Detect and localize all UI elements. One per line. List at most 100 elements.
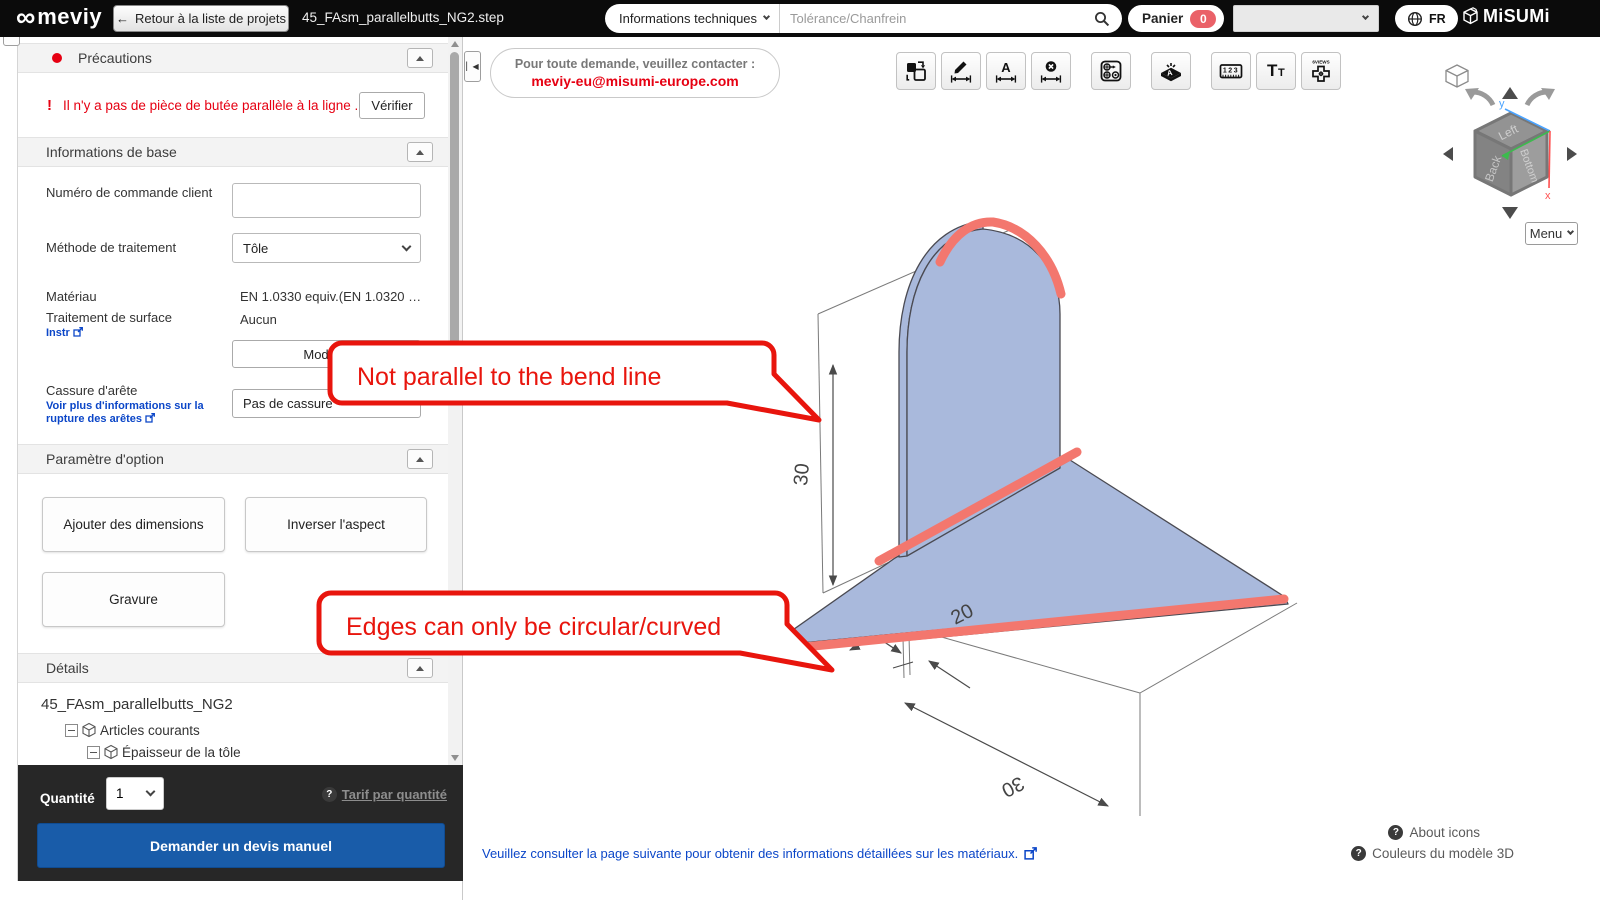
- engrave-icon: A: [1158, 59, 1184, 83]
- open-filename: 45_FAsm_parallelbutts_NG2.step: [302, 10, 504, 25]
- question-circle-icon: ?: [1351, 846, 1366, 861]
- engrave-button[interactable]: A: [1151, 52, 1191, 90]
- collapse-section-button[interactable]: [407, 449, 433, 469]
- verify-button[interactable]: Vérifier: [359, 92, 425, 119]
- collapse-section-button[interactable]: [407, 48, 433, 68]
- svg-text:A: A: [1001, 60, 1011, 75]
- edit-dimension-button[interactable]: [941, 52, 981, 90]
- callout-text: Not parallel to the bend line: [357, 363, 661, 391]
- meviy-logo[interactable]: ∞ meviy: [16, 4, 102, 30]
- external-link-icon: [73, 327, 83, 337]
- cart-count-badge: 0: [1190, 10, 1216, 28]
- tree-collapse-icon[interactable]: [65, 724, 78, 737]
- search-category-select[interactable]: Informations techniques: [605, 4, 780, 33]
- meviy-app: ∞ meviy ← Retour à la liste de projets 4…: [0, 0, 1600, 900]
- part-cube-icon: [81, 722, 97, 738]
- section-header-basic-info: Informations de base: [18, 137, 449, 167]
- alert-dot-icon: [52, 53, 62, 63]
- panel-collapse-handle[interactable]: ▏◀: [464, 51, 481, 82]
- scroll-down-arrow-icon[interactable]: [451, 755, 459, 761]
- chevron-down-icon: [402, 241, 412, 251]
- contact-banner: Pour toute demande, veuillez contacter :…: [490, 48, 780, 98]
- processing-method-select[interactable]: Tôle: [232, 233, 421, 263]
- processing-method-label: Méthode de traitement: [46, 240, 221, 256]
- section-title: Détails: [46, 660, 89, 676]
- hole-pattern-button[interactable]: [1091, 52, 1131, 90]
- language-button[interactable]: FR: [1395, 5, 1458, 32]
- part-3d-view[interactable]: 30 20 30: [762, 197, 1600, 857]
- engraving-button[interactable]: Gravure: [42, 572, 225, 627]
- callout-text: Edges can only be circular/curved: [346, 613, 721, 641]
- material-label: Matériau: [46, 289, 221, 305]
- details-tree: 45_FAsm_parallelbutts_NG2 Articles coura…: [18, 683, 449, 763]
- scroll-up-arrow-icon[interactable]: [451, 41, 459, 47]
- external-link-icon: [145, 413, 155, 423]
- sheet-metal-part[interactable]: [770, 221, 1288, 653]
- six-views-button[interactable]: 6VIEWS: [1301, 52, 1341, 90]
- request-manual-quote-button[interactable]: Demander un devis manuel: [37, 823, 445, 868]
- surface-treatment-label: Traitement de surface: [46, 310, 221, 326]
- tilt-left-arrow-icon[interactable]: [1443, 147, 1453, 161]
- edge-break-info-link[interactable]: Voir plus d'informations sur la rupture …: [46, 400, 206, 426]
- six-views-icon: 6VIEWS: [1308, 58, 1334, 84]
- misumi-logo[interactable]: MiSUMi: [1462, 6, 1550, 27]
- triangle-up-icon: [416, 56, 424, 61]
- rotate-right-arrow-icon[interactable]: [1527, 88, 1555, 105]
- model-colors-link[interactable]: ? Couleurs du modèle 3D: [1351, 846, 1514, 861]
- svg-text:123: 123: [1223, 67, 1239, 74]
- back-arrow-icon: ←: [116, 11, 129, 26]
- order-number-label: Numéro de commande client: [46, 185, 221, 201]
- material-value: EN 1.0330 equiv.(EN 1.0320 …: [240, 289, 421, 304]
- home-view-cube-icon[interactable]: [1446, 65, 1468, 87]
- materials-info-link[interactable]: Veuillez consulter la page suivante pour…: [482, 846, 1037, 861]
- text-size-icon: T T: [1263, 59, 1289, 83]
- globe-icon: [1407, 11, 1423, 27]
- section-title: Paramètre d'option: [46, 451, 164, 467]
- section-title: Précautions: [78, 50, 152, 66]
- tree-item-sheet-thickness[interactable]: Épaisseur de la tôle: [87, 744, 241, 760]
- delete-dimension-button[interactable]: [1031, 52, 1071, 90]
- back-to-projects-button[interactable]: ← Retour à la liste de projets: [113, 5, 289, 32]
- rotate-left-arrow-icon[interactable]: [1465, 88, 1493, 105]
- chevron-down-icon: [1362, 13, 1369, 20]
- section-title: Informations de base: [46, 144, 177, 160]
- tree-collapse-icon[interactable]: [87, 746, 100, 759]
- triangle-up-icon: [416, 150, 424, 155]
- measure-123-button[interactable]: 123: [1211, 52, 1251, 90]
- scrollbar-thumb[interactable]: [450, 52, 459, 352]
- external-link-icon: [1024, 847, 1037, 860]
- add-dimensions-button[interactable]: Ajouter des dimensions: [42, 497, 225, 552]
- tilt-right-arrow-icon[interactable]: [1567, 147, 1577, 161]
- height-dimension-label: 30: [790, 462, 814, 486]
- quantity-label: Quantité: [40, 783, 95, 815]
- quote-footer: Quantité 1 ? Tarif par quantité Demander…: [18, 765, 463, 881]
- quantity-select[interactable]: 1: [106, 777, 164, 810]
- text-dimension-button[interactable]: A: [986, 52, 1026, 90]
- replace-part-button[interactable]: [896, 52, 936, 90]
- x-axis-line: [1549, 131, 1550, 188]
- contact-email-link[interactable]: meviy-eu@misumi-europe.com: [531, 73, 738, 89]
- invert-aspect-button[interactable]: Inverser l'aspect: [245, 497, 427, 552]
- account-select[interactable]: [1233, 5, 1379, 32]
- section-header-options: Paramètre d'option: [18, 444, 449, 474]
- quantity-tariff-link[interactable]: ? Tarif par quantité: [322, 787, 447, 802]
- text-size-button[interactable]: T T: [1256, 52, 1296, 90]
- collapse-section-button[interactable]: [407, 142, 433, 162]
- misumi-box-icon: [1462, 7, 1479, 26]
- surface-treatment-value: Aucun: [240, 312, 277, 327]
- section-header-precautions: Précautions: [18, 43, 449, 73]
- tree-item-current-articles[interactable]: Articles courants: [65, 722, 200, 738]
- about-icons-link[interactable]: ? About icons: [1388, 825, 1480, 840]
- search-input[interactable]: [780, 11, 1094, 26]
- meviy-logo-icon: ∞: [16, 4, 35, 30]
- replace-part-icon: [904, 59, 928, 83]
- search-icon[interactable]: [1094, 11, 1110, 27]
- callout-not-parallel: Not parallel to the bend line: [327, 340, 827, 430]
- tree-root-item[interactable]: 45_FAsm_parallelbutts_NG2: [41, 696, 233, 713]
- viewer-canvas[interactable]: ▏◀ Pour toute demande, veuillez contacte…: [462, 37, 1600, 900]
- edge-break-label: Cassure d'arête: [46, 383, 221, 399]
- order-number-input[interactable]: [232, 183, 421, 218]
- cart-button[interactable]: Panier 0: [1128, 5, 1224, 32]
- search-bar: Informations techniques: [605, 4, 1122, 33]
- instructions-link[interactable]: Instr: [46, 327, 83, 340]
